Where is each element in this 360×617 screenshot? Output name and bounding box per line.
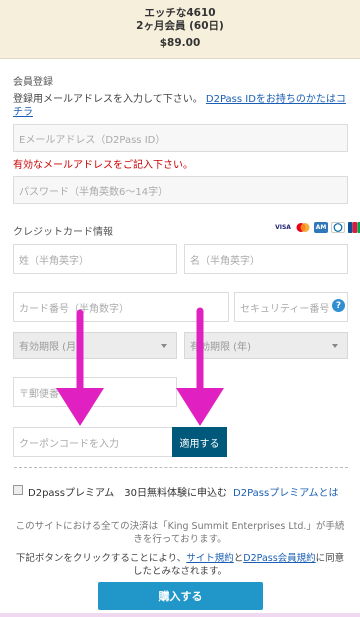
visa-icon: VISA [274,222,292,233]
expiry-year-value: 有効期限 (年) [190,342,251,353]
premium-info-link[interactable]: D2Passプレミアムとは [233,484,339,499]
card-number-field[interactable]: カード番号（半角数字） [13,292,229,322]
apply-coupon-button[interactable]: 適用する [172,427,227,457]
chevron-down-icon [332,343,338,348]
terms-and: と [233,553,244,564]
divider [14,467,348,468]
site-terms-link[interactable]: サイト規約 [186,553,234,564]
purchase-button[interactable]: 購入する [98,582,263,610]
coupon-code-field[interactable]: クーポンコードを入力 [13,427,173,457]
premium-checkbox[interactable] [13,485,23,495]
security-code-field[interactable]: セキュリティー番号 [234,292,348,322]
payment-processor-notice: このサイトにおける全ての決済は「King Summit Enterprises … [15,521,345,545]
arrow-down-icon [56,309,104,426]
password-field[interactable]: パスワード（半角英数6〜14字） [13,176,348,204]
email-error-message: 有効なメールアドレスをご記入下さい。 [13,160,193,171]
diners-icon [331,222,345,233]
registration-section-label: 会員登録 [13,77,53,88]
bottom-bar [0,613,360,617]
expiry-month-select[interactable]: 有効期限 (月) [13,332,177,359]
postal-code-field[interactable]: 〒郵便番号 [13,377,177,407]
amex-icon: AM [314,222,328,233]
credit-card-section-label: クレジットカード情報 [13,227,113,238]
expiry-month-value: 有効期限 (月) [19,342,80,353]
price-label: $89.00 [159,37,201,49]
instruction-text: 登録用メールアドレスを入力して下さい。 [13,94,203,105]
chevron-down-icon [161,343,167,348]
first-name-field[interactable]: 名（半角英字） [184,244,348,274]
plan-label: 2ヶ月会員 (60日) [136,20,224,32]
terms-prefix: 下記ボタンをクリックすることにより、 [15,553,187,564]
premium-label: D2passプレミアム 30日無料体験に申込む [28,488,227,499]
last-name-field[interactable]: 姓（半角英字） [13,244,177,274]
email-field[interactable]: Eメールアドレス（D2Pass ID） [13,124,348,152]
member-terms-link[interactable]: D2Pass会員規約 [243,553,315,564]
terms-agreement-notice: 下記ボタンをクリックすることにより、サイト規約とD2Pass会員規約に同意したと… [13,552,347,578]
arrow-down-icon [176,307,224,426]
order-summary-header: エッチな4610 2ヶ月会員 (60日) $89.00 [0,0,360,59]
mastercard-icon [295,222,311,233]
registration-instruction: 登録用メールアドレスを入力して下さい。 D2Pass IDをお持ちのかたはコチラ [13,93,353,119]
jcb-icon [348,222,360,233]
card-brand-icons: VISA AM [274,222,360,233]
expiry-year-select[interactable]: 有効期限 (年) [184,332,348,359]
help-icon[interactable]: ? [332,299,345,312]
